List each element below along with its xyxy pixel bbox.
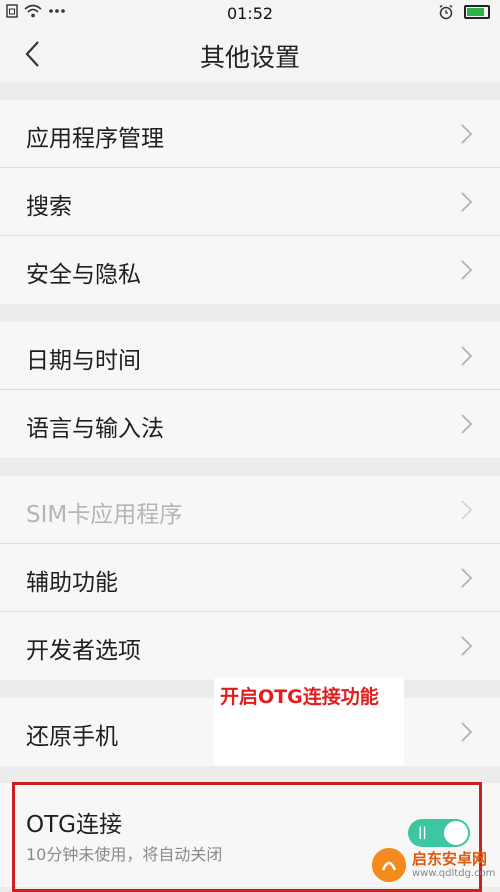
row-sim-apps: SIM卡应用程序 — [0, 476, 500, 544]
battery-level-fill — [467, 8, 484, 16]
settings-group-1: 应用程序管理 搜索 安全与隐私 — [0, 100, 500, 304]
status-bar: 01:52 — [0, 0, 500, 26]
row-accessibility[interactable]: 辅助功能 — [0, 544, 500, 612]
row-label: 搜索 — [26, 194, 72, 220]
row-label: 安全与隐私 — [26, 262, 141, 288]
annotation-text: 开启OTG连接功能 — [220, 686, 379, 708]
chevron-right-icon — [461, 636, 473, 656]
row-developer-options[interactable]: 开发者选项 — [0, 612, 500, 680]
row-label: 应用程序管理 — [26, 126, 164, 152]
row-app-management[interactable]: 应用程序管理 — [0, 100, 500, 168]
row-language-input[interactable]: 语言与输入法 — [0, 390, 500, 458]
chevron-right-icon — [461, 568, 473, 588]
chevron-right-icon — [461, 124, 473, 144]
row-label: 辅助功能 — [26, 570, 118, 596]
alarm-icon — [439, 4, 453, 20]
settings-group-3: SIM卡应用程序 辅助功能 开发者选项 — [0, 476, 500, 680]
watermark-url: www.qdltdg.com — [412, 868, 496, 879]
chevron-right-icon — [461, 346, 473, 366]
row-label: 还原手机 — [26, 724, 118, 750]
battery-charging-icon — [464, 5, 490, 19]
watermark: 启东安卓网 www.qdltdg.com — [372, 846, 496, 886]
row-security-privacy[interactable]: 安全与隐私 — [0, 236, 500, 304]
header: 其他设置 — [0, 26, 500, 82]
watermark-logo-icon — [372, 848, 406, 882]
annotation-callout: 开启OTG连接功能 — [214, 678, 404, 766]
watermark-name: 启东安卓网 — [412, 850, 488, 868]
chevron-right-icon — [461, 192, 473, 212]
row-label: 开发者选项 — [26, 638, 141, 664]
chevron-right-icon — [461, 722, 473, 742]
row-search[interactable]: 搜索 — [0, 168, 500, 236]
row-label: 日期与时间 — [26, 348, 141, 374]
status-right-icons — [438, 4, 490, 20]
row-label: SIM卡应用程序 — [26, 502, 183, 528]
chevron-right-icon — [461, 500, 473, 520]
row-label: 语言与输入法 — [26, 416, 164, 442]
row-date-time[interactable]: 日期与时间 — [0, 322, 500, 390]
status-time: 01:52 — [226, 4, 274, 23]
page-title: 其他设置 — [199, 43, 300, 72]
chevron-right-icon — [461, 414, 473, 434]
settings-group-2: 日期与时间 语言与输入法 — [0, 322, 500, 458]
chevron-right-icon — [461, 260, 473, 280]
